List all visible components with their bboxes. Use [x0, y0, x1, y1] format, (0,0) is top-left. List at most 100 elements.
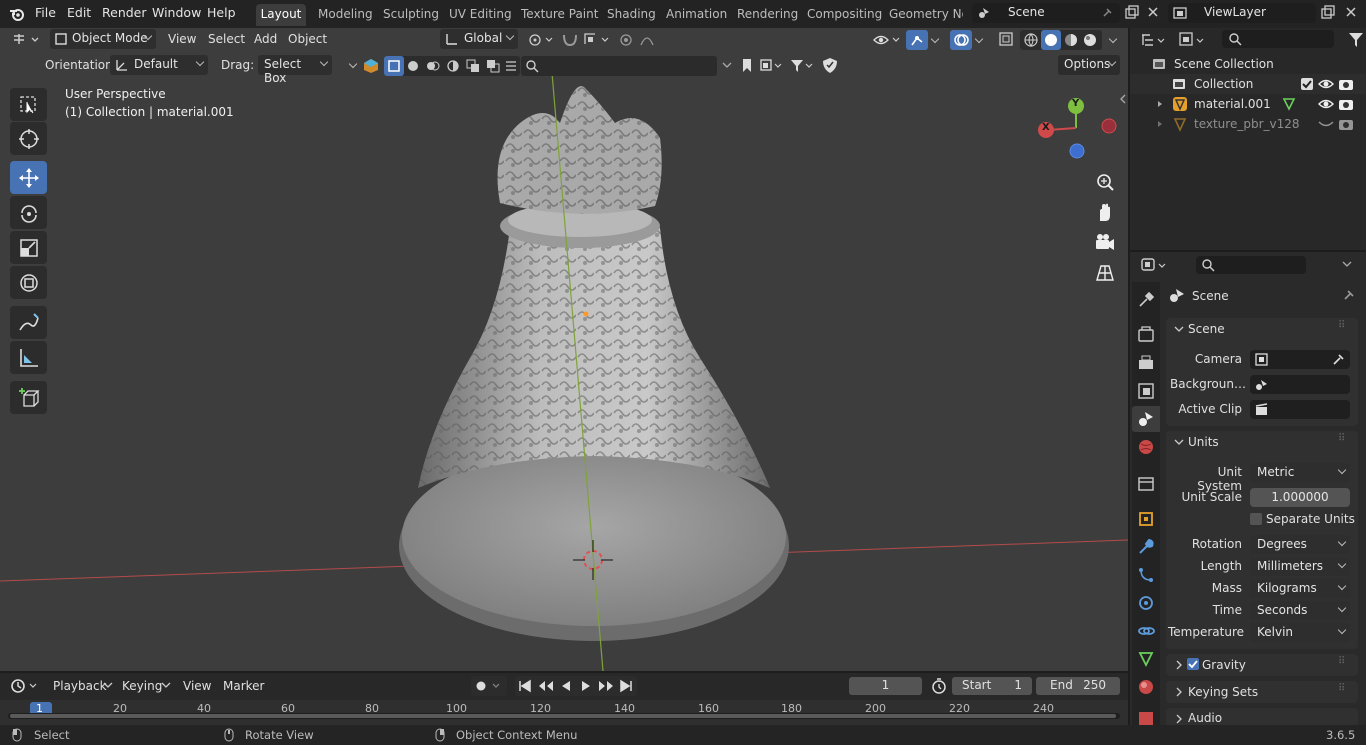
unit-system-dropdown[interactable]: Metric — [1250, 463, 1350, 482]
filter-dropdown-caret-icon[interactable] — [720, 60, 734, 72]
tool-tab-icon[interactable] — [1137, 291, 1155, 309]
mass-dropdown[interactable]: Kilograms — [1250, 579, 1350, 598]
new-scene-icon[interactable] — [1124, 5, 1140, 21]
timeline-ruler[interactable]: 1 20 40 60 80 100 120 140 160 180 200 22… — [0, 700, 1128, 727]
collection-tab-icon[interactable] — [1137, 475, 1155, 493]
tool-move[interactable] — [10, 161, 47, 194]
mesh-data-icon[interactable] — [1282, 97, 1296, 111]
jump-keyframe-forward-icon[interactable] — [597, 679, 615, 693]
view-layout-icon[interactable] — [760, 58, 784, 74]
keying-caret-icon[interactable] — [160, 681, 172, 691]
unit-scale-field[interactable]: 1.000000 — [1250, 488, 1350, 507]
solid-shading-button[interactable] — [1041, 30, 1061, 50]
menu-select[interactable]: Select — [208, 32, 245, 46]
navigation-gizmo[interactable]: Y X — [1036, 94, 1118, 164]
rotation-dropdown[interactable]: Degrees — [1250, 535, 1350, 554]
drag-handle-icon[interactable]: ⠿ — [1338, 433, 1345, 444]
preview-range-stopwatch-icon[interactable] — [930, 677, 948, 695]
length-dropdown[interactable]: Millimeters — [1250, 557, 1350, 576]
drag-selector[interactable]: Select Box — [258, 55, 332, 85]
playback-caret-icon[interactable] — [102, 681, 114, 691]
menu-window[interactable]: Window — [152, 5, 201, 20]
gravity-checkbox[interactable] — [1187, 658, 1199, 670]
overlays-dropdown-caret[interactable] — [974, 34, 984, 44]
outliner-row-collection[interactable]: Collection — [1130, 74, 1366, 94]
properties-search-field[interactable] — [1196, 256, 1306, 274]
drag-handle-icon[interactable]: ⠿ — [1338, 683, 1345, 694]
jump-end-icon[interactable] — [619, 679, 633, 693]
select-subtract-icon[interactable] — [426, 59, 440, 73]
camera-field[interactable] — [1250, 350, 1350, 369]
view-layer-selector[interactable]: ViewLayer — [1168, 3, 1316, 23]
render-camera-icon[interactable] — [1338, 97, 1354, 111]
sidebar-toggle-icon[interactable] — [1118, 92, 1128, 106]
new-view-layer-icon[interactable] — [1320, 5, 1336, 21]
remove-scene-icon[interactable] — [1146, 5, 1160, 19]
render-camera-icon[interactable] — [1338, 117, 1354, 131]
display-mode-icon[interactable] — [1178, 31, 1208, 49]
temperature-dropdown[interactable]: Kelvin — [1250, 623, 1350, 642]
properties-editor-type-icon[interactable] — [1140, 256, 1170, 274]
menu-render[interactable]: Render — [102, 5, 147, 20]
tab-animation[interactable]: Animation — [666, 4, 727, 26]
menu-playback[interactable]: Playback — [53, 679, 107, 693]
play-reverse-icon[interactable] — [559, 679, 573, 693]
select-intersect-icon[interactable] — [466, 59, 480, 73]
pan-hand-icon[interactable] — [1094, 202, 1116, 224]
tool-measure[interactable] — [10, 341, 47, 374]
snap-icon[interactable] — [560, 31, 580, 49]
object-visibility-icon[interactable] — [872, 31, 904, 49]
pin-icon[interactable] — [1100, 6, 1114, 20]
time-dropdown[interactable]: Seconds — [1250, 601, 1350, 620]
physics-tab-icon[interactable] — [1137, 594, 1155, 612]
jump-start-icon[interactable] — [518, 679, 532, 693]
active-clip-field[interactable] — [1250, 400, 1350, 419]
tab-compositing[interactable]: Compositing — [807, 4, 882, 26]
end-frame-field[interactable]: End 250 — [1036, 677, 1120, 695]
timeline-editor-type-icon[interactable] — [10, 677, 40, 695]
particles-tab-icon[interactable] — [1137, 566, 1155, 584]
outliner-row-scene-collection[interactable]: Scene Collection — [1130, 54, 1366, 74]
tab-texture-paint[interactable]: Texture Paint — [521, 4, 598, 26]
tab-layout[interactable]: Layout — [256, 4, 306, 26]
rendered-shading-icon[interactable] — [1082, 32, 1098, 48]
xray-toggle-icon[interactable] — [998, 31, 1016, 49]
perspective-toggle-icon[interactable] — [1094, 262, 1116, 284]
output-tab-icon[interactable] — [1137, 354, 1155, 372]
render-tab-icon[interactable] — [1137, 326, 1155, 344]
camera-view-icon[interactable] — [1094, 232, 1116, 254]
scene-panel-title[interactable]: Scene — [1188, 322, 1225, 336]
world-tab-icon[interactable] — [1137, 438, 1155, 456]
remove-view-layer-icon[interactable] — [1344, 5, 1358, 19]
menu-marker[interactable]: Marker — [223, 679, 264, 693]
transform-orientation-selector[interactable]: Global — [440, 29, 518, 49]
background-field[interactable] — [1250, 375, 1350, 394]
tab-geometry-nodes[interactable]: Geometry Noc — [889, 4, 963, 26]
outliner-row-texture-pbr[interactable]: texture_pbr_v128 — [1130, 114, 1366, 134]
eye-icon[interactable] — [1318, 77, 1334, 91]
proportional-editing-icon[interactable] — [617, 31, 667, 49]
expand-arrow-icon[interactable] — [1156, 100, 1164, 108]
outliner-editor-type-icon[interactable] — [1140, 31, 1168, 49]
outliner-search-field[interactable] — [1222, 30, 1334, 48]
units-panel-title[interactable]: Units — [1188, 435, 1219, 449]
select-invert-icon[interactable] — [446, 59, 460, 73]
properties-options-caret-icon[interactable] — [1340, 259, 1354, 271]
select-and-icon[interactable] — [504, 59, 518, 73]
tab-sculpting[interactable]: Sculpting — [383, 4, 439, 26]
exclude-checkbox-icon[interactable] — [1300, 77, 1314, 91]
material-tab-icon[interactable] — [1137, 678, 1155, 696]
data-tab-icon[interactable] — [1137, 650, 1155, 668]
select-extend-icon[interactable] — [406, 59, 420, 73]
show-overlays-button[interactable] — [950, 30, 972, 50]
play-icon[interactable] — [579, 679, 593, 693]
menu-object[interactable]: Object — [288, 32, 327, 46]
render-camera-icon[interactable] — [1338, 77, 1354, 91]
panel-expanded-icon[interactable] — [1174, 437, 1184, 447]
options-dropdown[interactable]: Options — [1058, 55, 1120, 75]
material-preview-icon[interactable] — [1063, 32, 1079, 48]
object-type-filter-icon[interactable] — [363, 58, 379, 74]
tool-cursor[interactable] — [10, 122, 47, 155]
selectability-caret[interactable] — [348, 59, 358, 69]
object-tab-icon[interactable] — [1137, 510, 1155, 528]
